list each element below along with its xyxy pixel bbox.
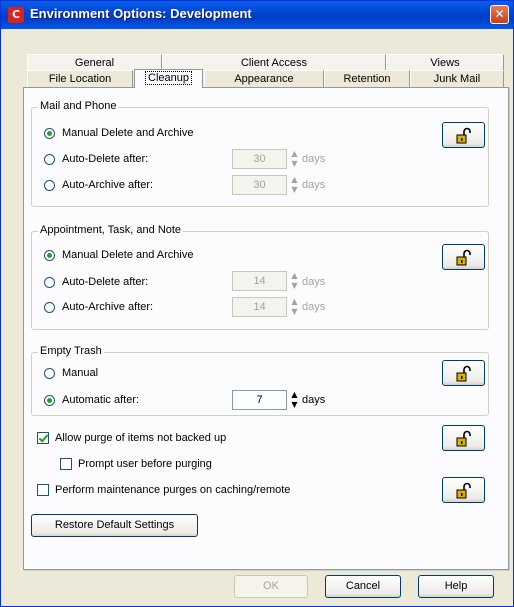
tab-label: Cleanup — [145, 71, 192, 85]
mail-auto-archive-label: Auto-Archive after: — [62, 179, 154, 191]
restore-defaults-button[interactable]: Restore Default Settings — [31, 514, 198, 537]
trash-automatic-radio[interactable] — [44, 395, 55, 406]
spin-down-icon[interactable]: ▼ — [288, 307, 301, 317]
tab-label: Views — [430, 57, 460, 69]
allow-purge-label: Allow purge of items not backed up — [55, 432, 227, 444]
ok-button[interactable]: OK — [234, 575, 308, 598]
mail-auto-delete-radio[interactable] — [44, 154, 55, 165]
tab-label: Retention — [343, 73, 391, 85]
trash-lock-button[interactable] — [442, 360, 485, 386]
mail-delete-days-unit: days — [302, 153, 326, 165]
tab-junk-mail[interactable]: Junk Mail — [410, 70, 504, 87]
tab-cleanup[interactable]: Cleanup — [134, 69, 203, 88]
mail-auto-archive-radio[interactable] — [44, 180, 55, 191]
maintenance-purge-checkbox[interactable] — [37, 484, 49, 496]
maintenance-purge-label: Perform maintenance purges on caching/re… — [55, 484, 291, 496]
mail-archive-days-unit: days — [302, 179, 326, 191]
unlocked-padlock-icon — [456, 482, 471, 499]
mail-lock-button[interactable] — [442, 122, 485, 148]
group-title: Mail and Phone — [38, 100, 119, 112]
appt-auto-delete-label: Auto-Delete after: — [62, 276, 149, 288]
appt-archive-days-field[interactable]: 14 — [232, 297, 287, 317]
mail-manual-label: Manual Delete and Archive — [62, 127, 194, 139]
mail-archive-days-spinner[interactable]: ▲ ▼ — [288, 175, 301, 195]
groupwise-app-icon: C — [8, 7, 24, 23]
trash-days-spinner[interactable]: ▲ ▼ — [288, 390, 301, 410]
spin-up-icon[interactable]: ▲ — [288, 175, 301, 185]
unlocked-padlock-icon — [456, 430, 471, 447]
group-title: Empty Trash — [38, 345, 104, 357]
spin-up-icon[interactable]: ▲ — [288, 271, 301, 281]
tab-label: File Location — [48, 73, 112, 85]
appt-archive-days-spinner[interactable]: ▲ ▼ — [288, 297, 301, 317]
trash-manual-radio[interactable] — [44, 368, 55, 379]
appt-delete-days-unit: days — [302, 276, 326, 288]
trash-automatic-label: Automatic after: — [62, 394, 140, 406]
dialog-window: C Environment Options: Development ✕ Gen… — [0, 0, 514, 607]
tab-views[interactable]: Views — [386, 54, 504, 71]
spin-down-icon[interactable]: ▼ — [288, 281, 301, 291]
allow-purge-checkbox[interactable] — [37, 432, 49, 444]
spin-down-icon[interactable]: ▼ — [288, 159, 301, 169]
mail-auto-delete-label: Auto-Delete after: — [62, 153, 149, 165]
tab-appearance[interactable]: Appearance — [204, 70, 324, 87]
tab-label: Appearance — [234, 73, 294, 85]
tab-label: General — [74, 57, 115, 69]
help-button[interactable]: Help — [418, 575, 494, 598]
appointment-lock-button[interactable] — [442, 244, 485, 270]
close-button[interactable]: ✕ — [490, 5, 509, 24]
spin-up-icon[interactable]: ▲ — [288, 149, 301, 159]
prompt-user-checkbox[interactable] — [60, 458, 72, 470]
purge-lock-button[interactable] — [442, 425, 485, 451]
tab-label: Junk Mail — [433, 73, 481, 85]
spin-down-icon[interactable]: ▼ — [288, 400, 301, 410]
tab-label: Client Access — [240, 57, 308, 69]
cancel-button[interactable]: Cancel — [325, 575, 401, 598]
prompt-user-label: Prompt user before purging — [78, 458, 212, 470]
appt-auto-archive-radio[interactable] — [44, 302, 55, 313]
unlocked-padlock-icon — [456, 365, 471, 382]
spin-up-icon[interactable]: ▲ — [288, 390, 301, 400]
mail-delete-days-field[interactable]: 30 — [232, 149, 287, 169]
tab-file-location[interactable]: File Location — [27, 70, 133, 87]
tab-retention[interactable]: Retention — [324, 70, 410, 87]
appt-manual-label: Manual Delete and Archive — [62, 249, 194, 261]
unlocked-padlock-icon — [456, 249, 471, 266]
title-bar[interactable]: C Environment Options: Development ✕ — [1, 1, 513, 29]
trash-manual-label: Manual — [62, 367, 99, 379]
spin-down-icon[interactable]: ▼ — [288, 185, 301, 195]
appt-manual-radio[interactable] — [44, 250, 55, 261]
unlocked-padlock-icon — [456, 127, 471, 144]
trash-days-field[interactable]: 7 — [232, 390, 287, 410]
spin-up-icon[interactable]: ▲ — [288, 297, 301, 307]
group-title: Appointment, Task, and Note — [38, 224, 184, 236]
mail-archive-days-field[interactable]: 30 — [232, 175, 287, 195]
mail-manual-radio[interactable] — [44, 128, 55, 139]
appt-delete-days-field[interactable]: 14 — [232, 271, 287, 291]
mail-delete-days-spinner[interactable]: ▲ ▼ — [288, 149, 301, 169]
trash-days-unit: days — [302, 394, 326, 406]
appt-auto-delete-radio[interactable] — [44, 277, 55, 288]
window-title: Environment Options: Development — [30, 6, 252, 21]
appt-auto-archive-label: Auto-Archive after: — [62, 301, 154, 313]
appt-delete-days-spinner[interactable]: ▲ ▼ — [288, 271, 301, 291]
maintenance-lock-button[interactable] — [442, 477, 485, 503]
appt-archive-days-unit: days — [302, 301, 326, 313]
